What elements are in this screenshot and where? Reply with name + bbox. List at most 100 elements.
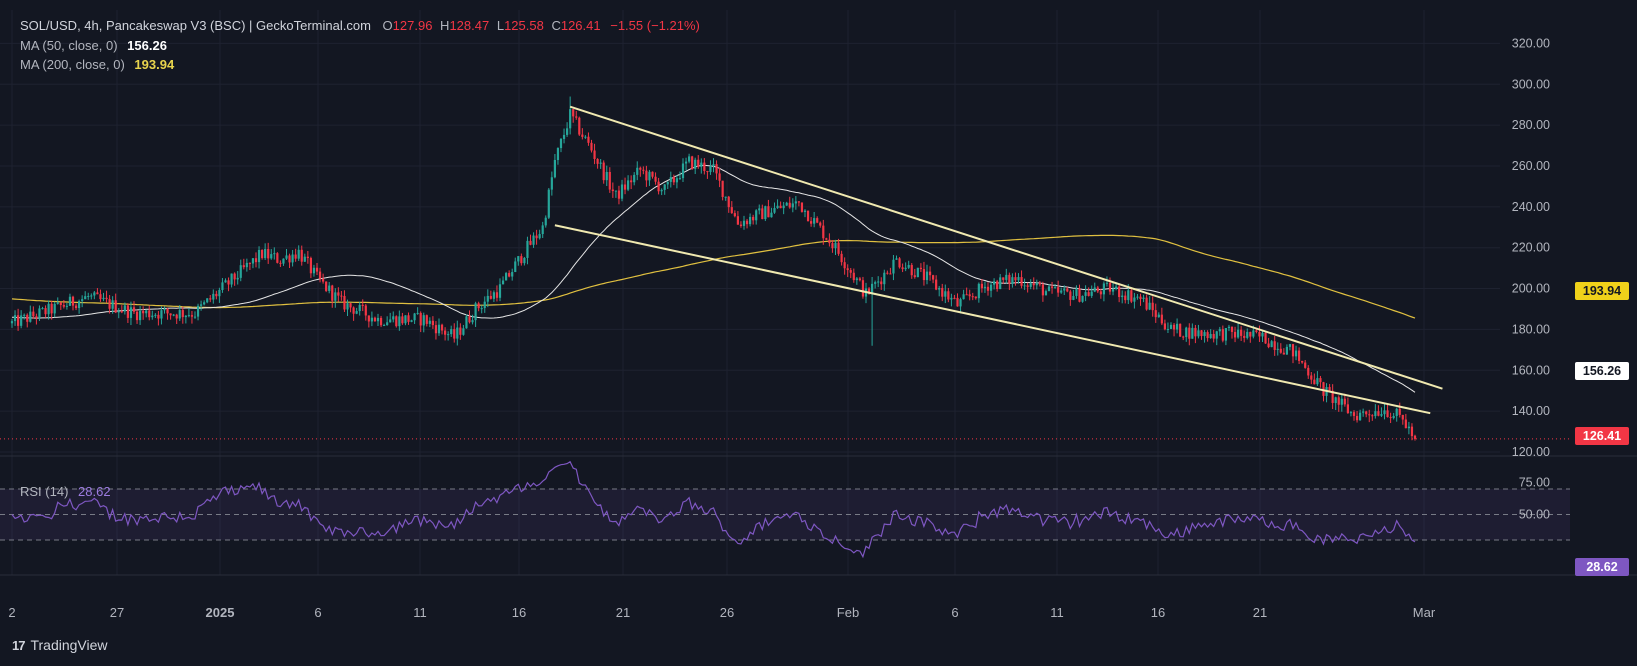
candle-body — [550, 177, 553, 190]
candle-body — [196, 305, 200, 317]
candle-body — [828, 239, 831, 244]
candle-body — [675, 178, 678, 183]
price-tick-label: 260.00 — [1512, 159, 1550, 173]
candle-body — [245, 262, 248, 268]
candle-body — [581, 134, 584, 137]
candle-body — [306, 256, 309, 259]
candle-body — [431, 320, 434, 326]
candle-body — [337, 292, 340, 296]
candle-body — [791, 203, 794, 208]
candle-body — [1383, 410, 1386, 415]
close-value: 126.41 — [560, 18, 601, 33]
candle-body — [569, 109, 572, 129]
candle-body — [544, 217, 547, 226]
candle-body — [114, 300, 117, 313]
candle-body — [477, 303, 480, 309]
candle-body — [620, 184, 624, 199]
candle-body — [1203, 332, 1206, 337]
candle-body — [874, 282, 877, 284]
candle-body — [1035, 282, 1038, 286]
candle-body — [922, 269, 926, 281]
candle-body — [1197, 330, 1200, 337]
candle-body — [1127, 290, 1130, 301]
candle-body — [456, 327, 459, 339]
candle-body — [1118, 286, 1121, 298]
candle-body — [1392, 415, 1395, 419]
time-tick-label: 6 — [314, 605, 321, 620]
candle-body — [547, 189, 550, 218]
candle-body — [23, 314, 26, 316]
candle-body — [1340, 398, 1343, 405]
candle-body — [1359, 412, 1362, 421]
candle-body — [273, 253, 276, 255]
candle-body — [785, 202, 788, 206]
candle-body — [1386, 410, 1389, 418]
candle-body — [413, 313, 416, 321]
candle-body — [1243, 335, 1246, 338]
open-label: O — [382, 18, 393, 33]
candle-body — [721, 180, 724, 197]
time-tick-label: Mar — [1413, 605, 1436, 620]
candle-body — [1218, 329, 1221, 332]
legend-ma200[interactable]: MA (200, close, 0) 193.94 — [20, 57, 174, 72]
time-tick-label: 16 — [1151, 605, 1165, 620]
candle-body — [486, 295, 489, 302]
candle-body — [251, 258, 255, 264]
candle-body — [584, 136, 587, 138]
candle-body — [221, 282, 224, 290]
candle-body — [96, 292, 99, 295]
candle-body — [810, 221, 813, 224]
legend-ma50[interactable]: MA (50, close, 0) 156.26 — [20, 38, 167, 53]
candle-body — [1328, 387, 1331, 391]
candle-body — [117, 311, 120, 313]
candle-body — [779, 205, 782, 209]
time-tick-label: Feb — [837, 605, 859, 620]
candle-body — [126, 305, 129, 318]
candle-body — [62, 305, 65, 307]
candle-body — [776, 205, 779, 209]
candle-body — [989, 284, 993, 291]
legend-rsi[interactable]: RSI (14) 28.62 — [20, 484, 111, 499]
candle-body — [437, 324, 441, 334]
candle-body — [1038, 282, 1041, 285]
candle-body — [608, 171, 611, 190]
candle-body — [1026, 285, 1029, 287]
candle-body — [398, 316, 401, 327]
candle-body — [1099, 291, 1102, 295]
candle-body — [416, 312, 419, 314]
candle-body — [666, 181, 669, 185]
candle-body — [1108, 282, 1112, 292]
candle-body — [1273, 341, 1276, 350]
candle-body — [562, 134, 566, 139]
candle-body — [267, 249, 270, 259]
candle-body — [1316, 378, 1319, 385]
candle-body — [285, 255, 288, 259]
price-tick-label: 200.00 — [1512, 282, 1550, 296]
candle-body — [755, 210, 758, 221]
brand-name: TradingView — [30, 637, 108, 653]
candle-body — [157, 314, 160, 319]
chart-canvas[interactable]: 320.00 300.00 280.00 260.00 240.00 220.00 200.… — [0, 0, 1637, 666]
candle-body — [886, 272, 889, 274]
candle-body — [312, 267, 316, 274]
candle-body — [727, 196, 730, 208]
candle-body — [956, 297, 959, 307]
time-tick-label: 21 — [616, 605, 630, 620]
candle-body — [56, 302, 59, 304]
candle-body — [1395, 408, 1398, 416]
candle-body — [587, 136, 590, 143]
candle-body — [17, 315, 20, 326]
candle-body — [919, 267, 922, 270]
candle-body — [611, 189, 614, 192]
tradingview-brand[interactable]: 17 TradingView — [12, 637, 108, 653]
candle-body — [1020, 277, 1023, 286]
candle-body — [1349, 412, 1353, 414]
candle-body — [1102, 283, 1105, 295]
candle-body — [1288, 344, 1292, 347]
candle-body — [35, 316, 38, 318]
candle-body — [1166, 328, 1170, 330]
candle-body — [434, 325, 438, 334]
candle-body — [93, 292, 96, 296]
tradingview-logo-icon: 17 — [12, 637, 26, 653]
candle-body — [575, 116, 578, 118]
